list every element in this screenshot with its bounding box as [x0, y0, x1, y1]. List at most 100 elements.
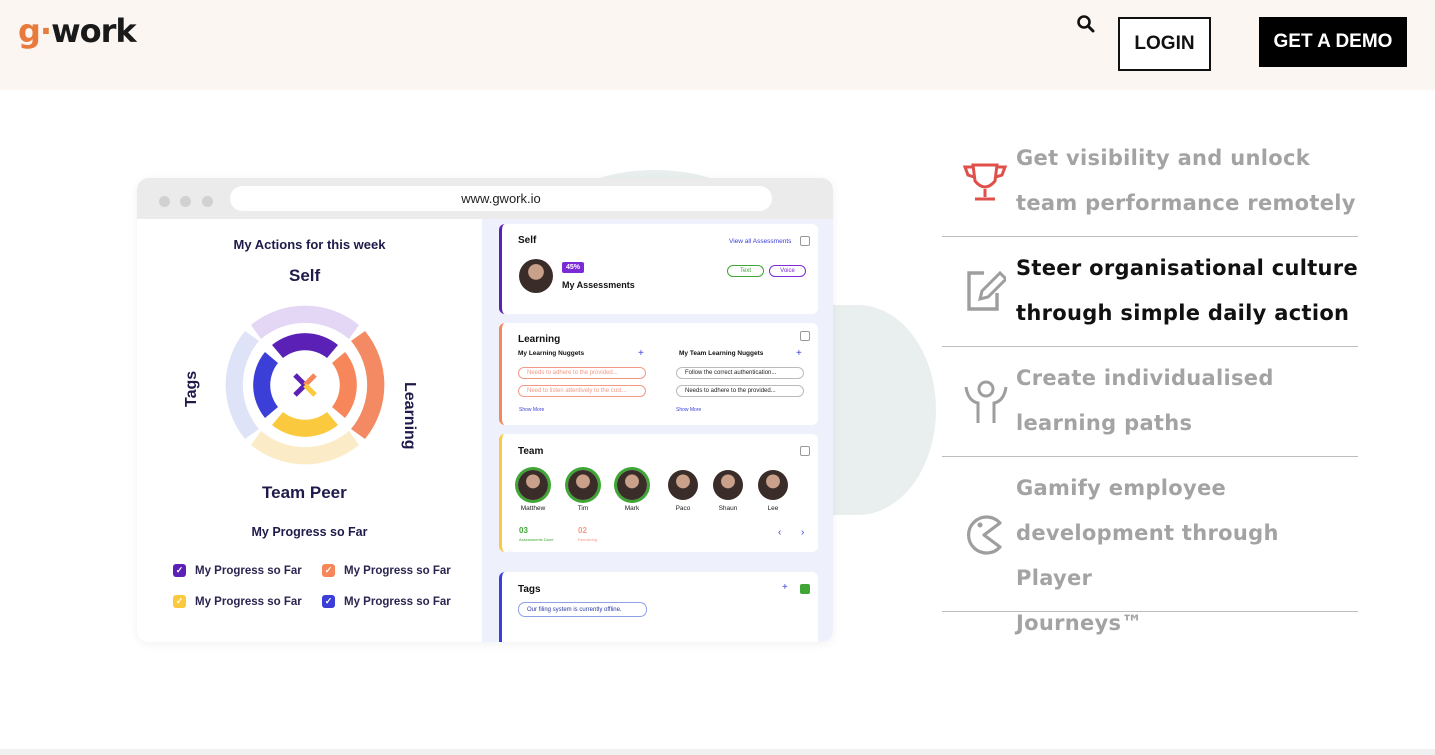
legend-item[interactable]: ✓ My Progress so Far: [322, 564, 451, 577]
avatar[interactable]: [617, 470, 647, 500]
legend-label: My Progress so Far: [195, 564, 302, 577]
feature-item-active[interactable]: Steer organisational culture through sim…: [942, 237, 1358, 347]
learning-card: Learning My Learning Nuggets + My Team L…: [499, 323, 818, 425]
window-dot: [180, 196, 191, 207]
stat-value: 02: [578, 526, 587, 535]
feature-line: Journeys™: [1016, 611, 1143, 635]
window-dot: [159, 196, 170, 207]
ring-label-team-peer: Team Peer: [262, 483, 347, 502]
person-arms-up-icon: [964, 380, 1008, 423]
feature-text: Get visibility and unlock team performan…: [1016, 136, 1356, 226]
legend-label: My Progress so Far: [344, 564, 451, 577]
percent-badge: 45%: [562, 262, 585, 273]
browser-bar: www.gwork.io: [137, 178, 833, 219]
checkbox-checked-icon[interactable]: ✓: [322, 564, 335, 577]
avatar[interactable]: [568, 470, 598, 500]
pacman-icon: [967, 515, 1002, 555]
tags-card: Tags + Our filing system is currently of…: [499, 572, 818, 642]
view-all-assessments-link[interactable]: View all Assessments: [729, 238, 791, 245]
get-a-demo-button[interactable]: GET A DEMO: [1259, 17, 1407, 67]
avatar[interactable]: [758, 470, 788, 500]
ring-label-self: Self: [289, 266, 321, 285]
window-dot: [202, 196, 213, 207]
member-name: Tim: [577, 505, 589, 512]
logo-dot: ·: [39, 12, 52, 50]
cards-panel: Self View all Assessments 45% My Assessm…: [482, 219, 833, 642]
checkbox-checked-icon[interactable]: ✓: [322, 595, 335, 608]
member-name: Shaun: [718, 505, 738, 512]
add-icon[interactable]: +: [782, 582, 788, 593]
feature-item[interactable]: Create individualised learning paths: [942, 347, 1358, 457]
my-assessments-label: My Assessments: [562, 280, 635, 290]
feature-line: Steer organisational culture: [1016, 256, 1359, 280]
stat-label: Remaining: [578, 537, 598, 542]
show-more-link[interactable]: Show More: [519, 407, 544, 413]
checkbox-checked-icon[interactable]: ✓: [173, 564, 186, 577]
feature-line: through simple daily action: [1016, 301, 1350, 325]
stat-value: 03: [519, 526, 528, 535]
learning-column-title: My Team Learning Nuggets: [679, 350, 764, 357]
stat-label: Assessments Done: [519, 537, 554, 542]
ring-label-learning: Learning: [401, 382, 418, 450]
feature-line: learning paths: [1016, 411, 1193, 435]
feature-line: Get visibility and unlock: [1016, 146, 1310, 170]
text-button[interactable]: Text: [727, 265, 764, 277]
learning-nugget[interactable]: Need to listen attentively to the cust..…: [518, 385, 646, 397]
member-name: Paco: [675, 505, 691, 512]
show-more-link[interactable]: Show More: [676, 407, 701, 413]
feature-item[interactable]: Gamify employee development through Play…: [942, 457, 1358, 635]
feature-line: development through Player: [1016, 521, 1279, 590]
add-icon[interactable]: +: [796, 348, 802, 359]
card-checkbox-checked[interactable]: [800, 584, 810, 594]
card-title: Tags: [518, 584, 541, 595]
gwork-logo[interactable]: g·work: [18, 12, 137, 50]
card-title: Team: [518, 446, 544, 457]
chevron-left-icon[interactable]: ‹: [778, 527, 781, 538]
browser-url: www.gwork.io: [230, 186, 772, 211]
legend-item[interactable]: ✓ My Progress so Far: [173, 564, 302, 577]
member-name: Mark: [624, 505, 640, 512]
legend-item[interactable]: ✓ My Progress so Far: [322, 595, 451, 608]
progress-ring-chart: [225, 305, 385, 465]
page-bottom-divider: [0, 749, 1435, 755]
feature-item[interactable]: Get visibility and unlock team performan…: [942, 128, 1358, 237]
card-title: Learning: [518, 334, 561, 345]
feature-text: Steer organisational culture through sim…: [1016, 246, 1358, 336]
member-name: Lee: [767, 505, 779, 512]
legend-item[interactable]: ✓ My Progress so Far: [173, 595, 302, 608]
voice-button[interactable]: Voice: [769, 265, 806, 277]
feature-line: team performance remotely: [1016, 191, 1356, 215]
inner-ring-bottom: [272, 412, 338, 437]
card-checkbox[interactable]: [800, 446, 810, 456]
feature-text: Gamify employee development through Play…: [1016, 466, 1358, 646]
logo-g: g: [18, 12, 41, 50]
team-card: Team Matthew Tim Mark Paco Shaun Lee 03 …: [499, 434, 818, 552]
trophy-icon: [962, 163, 1008, 201]
avatar[interactable]: [713, 470, 743, 500]
learning-nugget[interactable]: Needs to adhere to the provided...: [676, 385, 804, 397]
learning-nugget[interactable]: Follow the correct authentication...: [676, 367, 804, 379]
search-icon[interactable]: [1076, 14, 1096, 34]
progress-title: My Progress so Far: [251, 525, 368, 539]
feature-line: Create individualised: [1016, 366, 1274, 390]
site-header: g·work LOGIN GET A DEMO: [0, 0, 1435, 90]
checkbox-checked-icon[interactable]: ✓: [173, 595, 186, 608]
actions-title: My Actions for this week: [233, 237, 386, 252]
avatar[interactable]: [668, 470, 698, 500]
learning-column-title: My Learning Nuggets: [518, 350, 585, 357]
inner-ring-right: [332, 352, 357, 418]
self-card: Self View all Assessments 45% My Assessm…: [499, 224, 818, 314]
legend-label: My Progress so Far: [344, 595, 451, 608]
inner-ring-left: [253, 352, 278, 418]
card-checkbox[interactable]: [800, 236, 810, 246]
center-x-logo: [285, 365, 325, 405]
learning-nugget[interactable]: Needs to adhere to the provided...: [518, 367, 646, 379]
tag-pill[interactable]: Our filing system is currently offline.: [518, 602, 647, 617]
chevron-right-icon[interactable]: ›: [801, 527, 804, 538]
add-icon[interactable]: +: [638, 348, 644, 359]
login-button[interactable]: LOGIN: [1118, 17, 1211, 71]
legend-label: My Progress so Far: [195, 595, 302, 608]
member-name: Matthew: [520, 505, 546, 512]
avatar[interactable]: [518, 470, 548, 500]
card-checkbox[interactable]: [800, 331, 810, 341]
